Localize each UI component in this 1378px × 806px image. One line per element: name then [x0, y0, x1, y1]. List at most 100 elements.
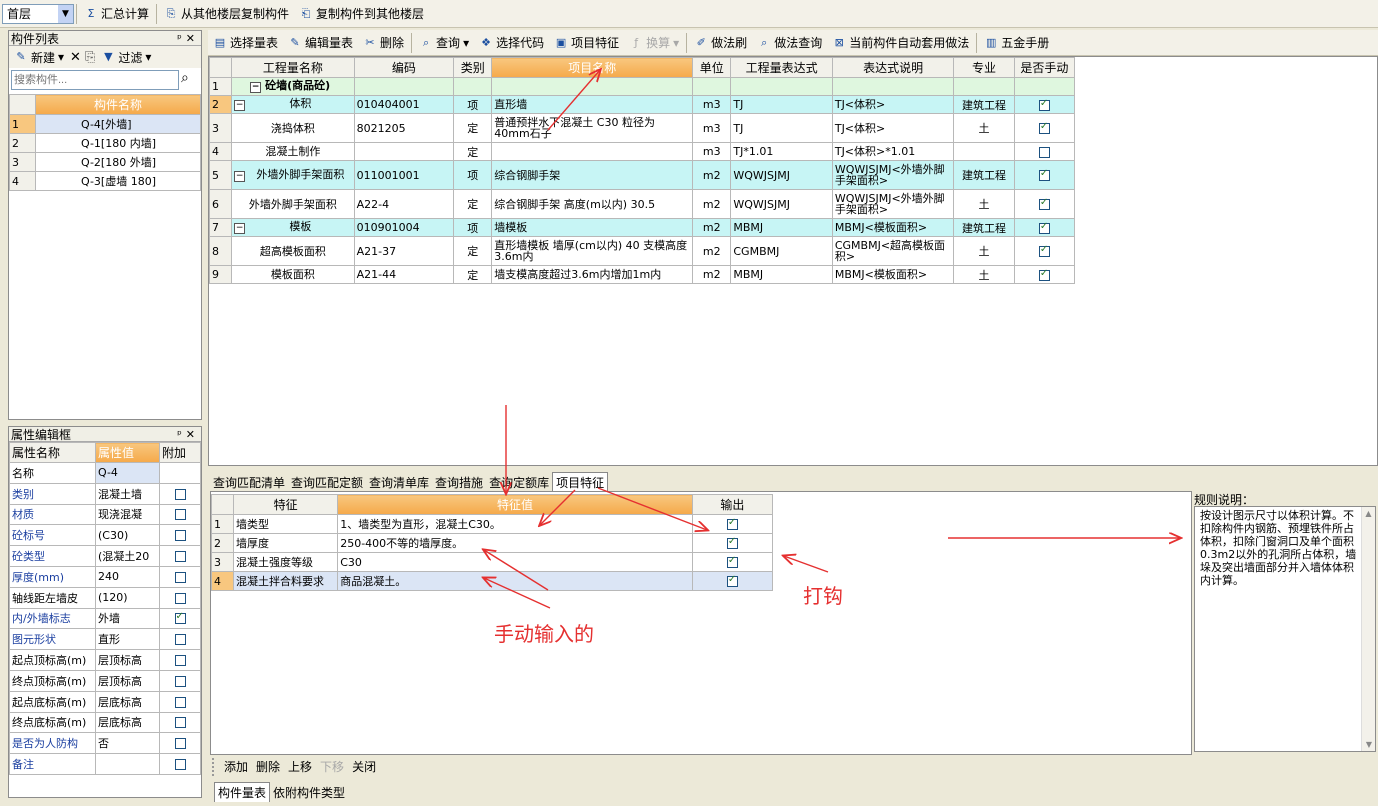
- list-item[interactable]: 2 Q-1[180 内墙]: [9, 133, 201, 153]
- manual-checkbox[interactable]: [1038, 268, 1050, 281]
- tab-quota-library[interactable]: 查询定额库: [486, 473, 552, 492]
- collapse-icon[interactable]: −: [234, 100, 246, 111]
- add-feature-button[interactable]: 添加: [224, 758, 248, 776]
- copy-icon[interactable]: ⎘: [85, 50, 95, 65]
- attach-checkbox[interactable]: [174, 488, 186, 500]
- tab-list-library[interactable]: 查询清单库: [366, 473, 432, 492]
- edit-list-button[interactable]: ✎ 编辑量表: [283, 32, 358, 54]
- table-row[interactable]: 3 浇捣体积 8021205 定普通预拌水下混凝土 C30 粒径为40mm石子 m3 TJ…: [208, 113, 1076, 143]
- table-row[interactable]: 9 模板面积 A21-44 定墙支模高度超过3.6m内增加1m内 m2 MBMJ MBMJ<…: [208, 265, 1076, 284]
- attach-checkbox[interactable]: [174, 738, 186, 750]
- collapse-icon[interactable]: −: [234, 223, 246, 234]
- select-code-button[interactable]: ❖ 选择代码: [474, 32, 549, 54]
- property-row[interactable]: 砼类型 (混凝土20: [9, 545, 201, 567]
- list-item[interactable]: 1 Q-4[外墙]: [9, 114, 201, 134]
- summary-button[interactable]: Σ 汇总计算: [79, 3, 154, 25]
- output-checkbox[interactable]: [726, 517, 738, 530]
- table-row[interactable]: 7− 模板 010901004 项墙模板 m2 MBMJ MBMJ<模板面积> 建筑工程: [208, 218, 1076, 237]
- tab-match-quota[interactable]: 查询匹配定额: [288, 473, 366, 492]
- delete-button[interactable]: ✂ 删除: [358, 32, 409, 54]
- property-row[interactable]: 是否为人防构否: [9, 732, 201, 755]
- list-item[interactable]: 3 Q-2[180 外墙]: [9, 152, 201, 172]
- copy-to-floor-button[interactable]: ⎗ 复制构件到其他楼层: [294, 3, 429, 25]
- method-query-button[interactable]: ⌕ 做法查询: [752, 32, 827, 54]
- attach-checkbox[interactable]: [174, 611, 186, 625]
- attach-checkbox[interactable]: [174, 634, 186, 646]
- feature-row[interactable]: 2 墙厚度 250-400不等的墙厚度。: [210, 533, 774, 553]
- property-row[interactable]: 轴线距左墙皮 (120): [9, 586, 201, 609]
- feature-row[interactable]: 1 墙类型 1、墙类型为直形，混凝土C30。: [210, 514, 774, 534]
- close-icon[interactable]: ✕: [186, 32, 199, 45]
- move-up-button[interactable]: 上移: [288, 758, 312, 776]
- item-feature-button[interactable]: ▣ 项目特征: [549, 32, 624, 54]
- property-row[interactable]: 材质 现浇混凝: [9, 503, 201, 526]
- search-input[interactable]: [11, 70, 179, 90]
- table-row[interactable]: 2− 体积 010404001 项直形墙 m3 TJ TJ<体积> 建筑工程: [208, 95, 1076, 114]
- property-row[interactable]: 起点顶标高(m) 层顶标高: [9, 649, 201, 671]
- property-row[interactable]: 砼标号 (C30): [9, 524, 201, 547]
- filter-button[interactable]: ▼ 过滤 ▾: [99, 46, 153, 68]
- auto-apply-button[interactable]: ⊠ 当前构件自动套用做法: [827, 32, 974, 54]
- convert-button[interactable]: ƒ 换算 ▾: [624, 32, 684, 54]
- attach-checkbox[interactable]: [174, 592, 186, 604]
- manual-checkbox[interactable]: [1038, 168, 1050, 181]
- delete-icon[interactable]: ✕: [70, 50, 81, 65]
- rule-text[interactable]: 按设计图示尺寸以体积计算。不扣除构件内钢筋、预埋铁件所占体积，扣除门窗洞口及单个…: [1194, 506, 1376, 752]
- delete-feature-button[interactable]: 删除: [256, 758, 280, 776]
- tab-measures[interactable]: 查询措施: [432, 473, 486, 492]
- attach-checkbox[interactable]: [174, 530, 186, 542]
- method-brush-button[interactable]: ✐ 做法刷: [689, 32, 752, 54]
- scroll-up-icon[interactable]: ▲: [1362, 507, 1375, 520]
- attach-checkbox[interactable]: [174, 551, 186, 563]
- tab-item-feature[interactable]: 项目特征: [552, 472, 609, 492]
- attach-checkbox[interactable]: [174, 696, 186, 708]
- feature-row[interactable]: 4 混凝土拌合料要求 商品混凝土。: [210, 571, 774, 591]
- tab-attached-types[interactable]: 依附构件类型: [270, 783, 348, 802]
- list-item[interactable]: 4 Q-3[虚墙 180]: [9, 171, 201, 191]
- output-checkbox[interactable]: [726, 574, 738, 587]
- property-row[interactable]: 名称 Q-4: [9, 462, 201, 484]
- property-row[interactable]: 类别 混凝土墙: [9, 482, 201, 505]
- manual-checkbox[interactable]: [1038, 197, 1050, 210]
- table-row[interactable]: 8 超高模板面积 A21-37 定直形墙模板 墙厚(cm以内) 40 支模高度3.6m…: [208, 236, 1076, 266]
- attach-checkbox[interactable]: [174, 655, 186, 667]
- attach-checkbox[interactable]: [174, 759, 186, 771]
- manual-checkbox[interactable]: [1038, 121, 1050, 134]
- attach-checkbox[interactable]: [174, 675, 186, 687]
- attach-checkbox[interactable]: [174, 509, 186, 521]
- rule-scrollbar[interactable]: ▲ ▼: [1361, 507, 1375, 751]
- new-component-button[interactable]: ✎ 新建 ▾: [12, 46, 66, 68]
- property-row[interactable]: 内/外墙标志 外墙: [9, 607, 201, 630]
- attach-checkbox[interactable]: [174, 571, 186, 583]
- tab-component-quantity[interactable]: 构件量表: [214, 782, 271, 802]
- output-checkbox[interactable]: [726, 555, 738, 568]
- property-row[interactable]: 备注: [9, 753, 201, 775]
- copy-from-floor-button[interactable]: ⎘ 从其他楼层复制构件: [159, 3, 294, 25]
- output-checkbox[interactable]: [726, 536, 738, 549]
- manual-checkbox[interactable]: [1038, 98, 1050, 111]
- feature-row[interactable]: 3 混凝土强度等级 C30: [210, 552, 774, 572]
- select-list-button[interactable]: ▤ 选择量表: [208, 32, 283, 54]
- close-icon[interactable]: ✕: [186, 428, 199, 441]
- property-row[interactable]: 厚度(mm) 240: [9, 565, 201, 588]
- property-row[interactable]: 图元形状 直形: [9, 628, 201, 651]
- collapse-icon[interactable]: −: [250, 82, 262, 93]
- move-down-button[interactable]: 下移: [320, 758, 344, 776]
- pin-icon[interactable]: ᵖ: [177, 428, 186, 441]
- tab-match-list[interactable]: 查询匹配清单: [210, 473, 288, 492]
- manual-checkbox[interactable]: [1038, 244, 1050, 257]
- property-row[interactable]: 终点顶标高(m) 层顶标高: [9, 669, 201, 692]
- collapse-icon[interactable]: −: [234, 170, 246, 182]
- search-icon[interactable]: ⌕: [181, 70, 189, 90]
- pin-icon[interactable]: ᵖ: [177, 32, 186, 45]
- scroll-down-icon[interactable]: ▼: [1362, 738, 1376, 751]
- hardware-manual-button[interactable]: ▥ 五金手册: [979, 32, 1054, 54]
- property-row[interactable]: 终点底标高(m) 层底标高: [9, 711, 201, 734]
- table-row[interactable]: 1− 砼墙(商品砼): [208, 77, 1076, 96]
- manual-checkbox[interactable]: [1038, 221, 1050, 234]
- query-button[interactable]: ⌕ 查询 ▾: [414, 32, 474, 54]
- floor-select[interactable]: 首层 ▼: [2, 3, 74, 24]
- table-row[interactable]: 6 外墙外脚手架面积 A22-4 定综合钢脚手架 高度(m以内) 30.5 m2 WQWJ…: [208, 189, 1076, 219]
- table-row[interactable]: 4 混凝土制作定 m3 TJ*1.01 TJ<体积>*1.01: [208, 142, 1076, 161]
- close-feature-button[interactable]: 关闭: [352, 758, 376, 776]
